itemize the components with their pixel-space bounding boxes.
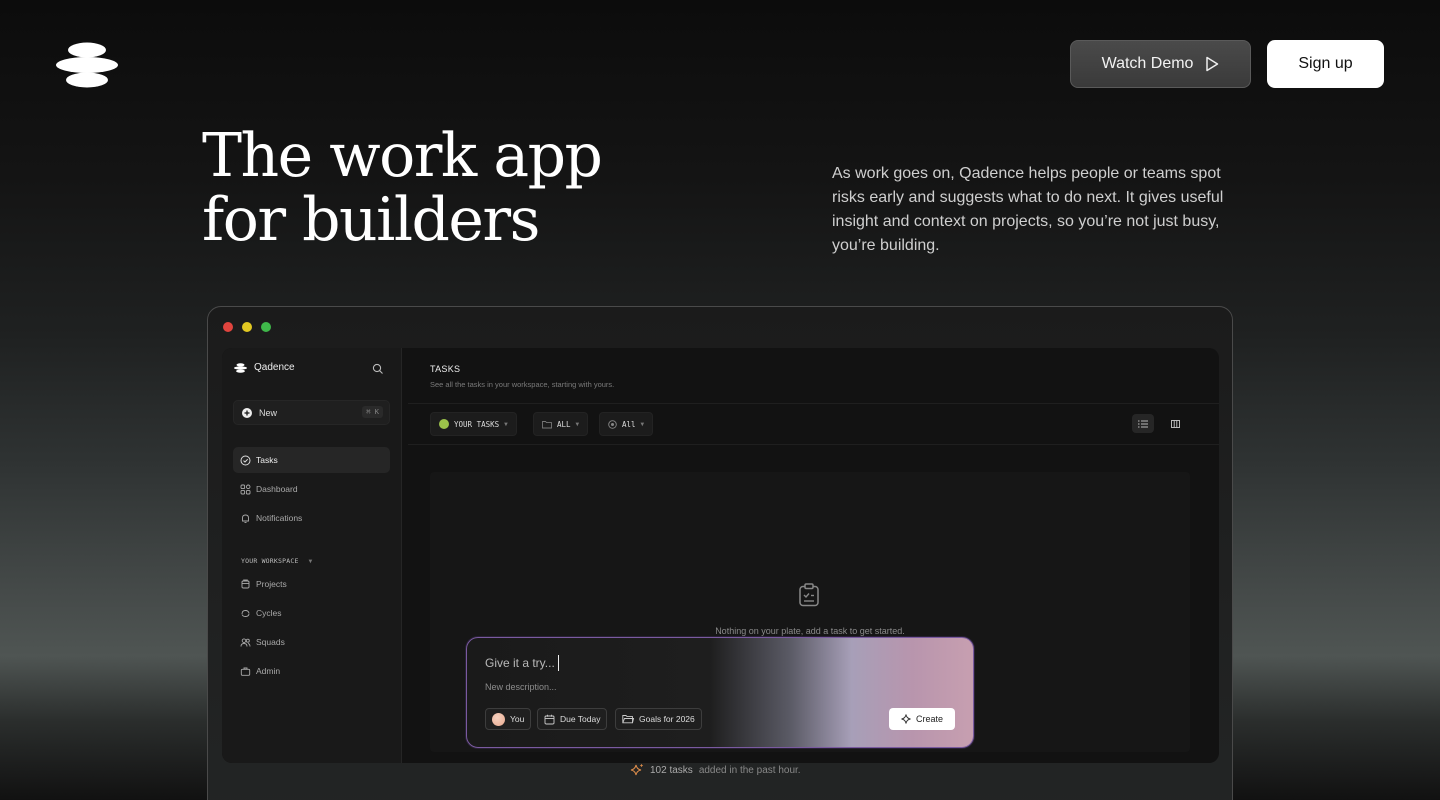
sidebar-item-label: Squads	[256, 637, 285, 647]
empty-state-message: Nothing on your plate, add a task to get…	[715, 626, 905, 636]
sidebar-item-notifications[interactable]: Notifications	[233, 505, 390, 531]
sidebar-item-label: Cycles	[256, 608, 282, 618]
window-controls	[223, 322, 271, 332]
sidebar: Qadence New ⌘ K Tasks Dashboard Notifica…	[222, 348, 402, 763]
folder-icon	[542, 420, 552, 428]
new-shortcut: ⌘ K	[362, 406, 383, 418]
new-label: New	[259, 407, 278, 418]
sparkle-icon	[630, 763, 644, 776]
project-label: Goals for 2026	[639, 714, 695, 724]
due-date-chip[interactable]: Due Today	[537, 708, 608, 730]
sidebar-item-tasks[interactable]: Tasks	[233, 447, 390, 473]
create-label: Create	[915, 714, 943, 724]
chevron-down-icon: ▼	[504, 420, 508, 428]
due-date-label: Due Today	[560, 714, 601, 724]
divider	[408, 403, 1219, 404]
sidebar-item-label: Tasks	[256, 455, 278, 465]
folder-open-icon	[622, 715, 634, 724]
sidebar-item-cycles[interactable]: Cycles	[233, 600, 390, 626]
sparkle-icon	[901, 714, 911, 724]
chevron-down-icon: ▼	[308, 557, 313, 565]
new-task-button[interactable]: New ⌘ K	[233, 400, 390, 425]
briefcase-icon	[240, 667, 251, 676]
maximize-window-dot[interactable]	[261, 322, 271, 332]
clipboard-icon	[799, 583, 819, 607]
filter-your-tasks-label: YOUR TASKS	[454, 419, 500, 429]
list-icon	[1138, 420, 1148, 427]
sidebar-item-projects[interactable]: Projects	[233, 571, 390, 597]
activity-suffix: added in the past hour.	[698, 764, 801, 776]
watch-demo-button[interactable]: Watch Demo	[1070, 40, 1251, 88]
hero-title: The work app for builders	[202, 124, 722, 252]
qadence-logo-icon	[234, 362, 247, 373]
grid-icon	[240, 484, 251, 494]
minimize-window-dot[interactable]	[242, 322, 252, 332]
search-icon[interactable]	[372, 363, 384, 375]
page-subtitle: See all the tasks in your workspace, sta…	[430, 380, 615, 389]
cycle-icon	[241, 609, 250, 617]
brand-name: Qadence	[254, 362, 295, 373]
page-title: TASKS	[430, 364, 461, 374]
close-window-dot[interactable]	[223, 322, 233, 332]
sidebar-item-admin[interactable]: Admin	[233, 658, 390, 684]
board-view-button[interactable]	[1164, 414, 1186, 433]
filter-folder-label: ALL	[557, 419, 571, 429]
filter-your-tasks[interactable]: YOUR TASKS ▼	[430, 412, 517, 436]
chevron-down-icon: ▼	[640, 420, 645, 428]
hero-title-line1: The work app	[202, 121, 603, 191]
workspace-label: YOUR WORKSPACE	[241, 557, 299, 565]
check-circle-icon	[240, 455, 251, 465]
sidebar-item-dashboard[interactable]: Dashboard	[233, 476, 390, 502]
assignee-chip[interactable]: You	[485, 708, 532, 730]
signup-label: Sign up	[1298, 55, 1353, 72]
calendar-icon	[544, 714, 555, 724]
divider	[408, 444, 1219, 445]
watch-demo-label: Watch Demo	[1101, 55, 1194, 72]
filter-folder[interactable]: ALL ▼	[533, 412, 589, 436]
list-view-button[interactable]	[1132, 414, 1154, 433]
create-task-button[interactable]: Create	[889, 708, 955, 730]
hero-description: As work goes on, Qadence helps people or…	[832, 165, 1224, 254]
filter-status[interactable]: All ▼	[599, 412, 654, 436]
plus-circle-icon	[242, 407, 252, 418]
task-description-input[interactable]: New description...	[485, 682, 557, 692]
project-chip[interactable]: Goals for 2026	[615, 708, 702, 730]
text-cursor	[557, 655, 559, 671]
qadence-logo[interactable]	[56, 42, 118, 88]
sidebar-brand[interactable]: Qadence	[234, 362, 295, 373]
filter-status-label: All	[622, 419, 636, 429]
people-icon	[240, 637, 251, 647]
stack-icon	[241, 579, 250, 588]
columns-icon	[1170, 419, 1180, 428]
sidebar-item-squads[interactable]: Squads	[233, 629, 390, 655]
signup-button[interactable]: Sign up	[1267, 40, 1384, 88]
activity-count: 102 tasks	[650, 764, 693, 776]
bell-icon	[242, 514, 249, 523]
play-icon	[1206, 56, 1219, 72]
hero-title-line2: for builders	[202, 185, 540, 255]
activity-stat: 102 tasks added in the past hour.	[630, 763, 801, 777]
assignee-label: You	[510, 714, 525, 724]
sidebar-item-label: Dashboard	[256, 484, 298, 494]
user-dot-icon	[439, 419, 449, 429]
workspace-section-toggle[interactable]: YOUR WORKSPACE ▼	[241, 557, 312, 565]
task-title-placeholder: Give it a try...	[485, 656, 555, 670]
task-composer: Give it a try... New description... You …	[466, 637, 974, 748]
avatar	[492, 712, 505, 726]
chevron-down-icon: ▼	[575, 420, 580, 428]
sidebar-item-label: Notifications	[256, 513, 303, 523]
task-title-input[interactable]: Give it a try...	[485, 655, 559, 671]
target-icon	[608, 419, 617, 429]
sidebar-item-label: Admin	[256, 666, 281, 676]
sidebar-item-label: Projects	[256, 579, 287, 589]
